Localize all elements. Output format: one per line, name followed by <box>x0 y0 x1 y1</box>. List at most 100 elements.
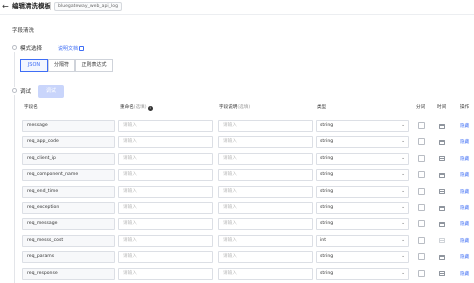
rename-input[interactable]: 请输入 <box>118 218 213 231</box>
type-value: string <box>320 270 334 276</box>
table-row: req_app_code 请输入 请输入 string ⌄ 隐藏 <box>0 135 474 149</box>
type-select[interactable]: string ⌄ <box>316 120 409 132</box>
hide-field-link[interactable]: 隐藏 <box>460 156 469 162</box>
mode-option-2[interactable]: 正则表达式 <box>75 59 113 72</box>
field-name-cell: req_client_ip <box>22 152 115 165</box>
page-header: ← 编辑清洗模板 bluegateway_web_api_log <box>0 0 474 14</box>
step-dot-debug <box>12 88 17 93</box>
field-desc-input[interactable]: 请输入 <box>218 202 313 214</box>
field-desc-input[interactable]: 请输入 <box>218 169 313 182</box>
tokenize-checkbox[interactable] <box>418 220 425 228</box>
calendar-icon[interactable] <box>438 122 445 129</box>
log-source-tag: bluegateway_web_api_log <box>54 2 122 11</box>
rename-input[interactable]: 请输入 <box>118 267 213 280</box>
hide-field-link[interactable]: 隐藏 <box>460 172 469 178</box>
chevron-down-icon: ⌄ <box>401 188 405 194</box>
field-desc-input[interactable]: 请输入 <box>218 234 313 247</box>
calendar-icon[interactable] <box>438 138 445 145</box>
hide-field-link[interactable]: 隐藏 <box>460 123 469 129</box>
tokenize-checkbox[interactable] <box>418 154 425 162</box>
chevron-down-icon: ⌄ <box>401 139 405 145</box>
tokenize-checkbox[interactable] <box>418 171 425 179</box>
type-select[interactable]: string ⌄ <box>316 251 409 264</box>
type-select[interactable]: string ⌄ <box>316 218 409 231</box>
mode-option-0[interactable]: JSON <box>20 59 48 72</box>
calendar-icon[interactable] <box>438 155 445 162</box>
field-desc-input[interactable]: 请输入 <box>218 251 313 264</box>
field-desc-input[interactable]: 请输入 <box>218 218 313 231</box>
calendar-icon[interactable] <box>438 253 445 260</box>
hide-field-link[interactable]: 隐藏 <box>460 221 469 227</box>
tokenize-checkbox[interactable] <box>418 253 425 261</box>
type-select[interactable]: string ⌄ <box>316 136 409 149</box>
rename-input[interactable]: 请输入 <box>118 136 213 149</box>
type-select[interactable]: string ⌄ <box>316 202 409 214</box>
arrow-left-icon[interactable]: ← <box>2 2 9 11</box>
calendar-icon[interactable] <box>438 188 445 195</box>
tokenize-checkbox[interactable] <box>418 187 425 195</box>
table-row: message 请输入 请输入 string ⌄ 隐藏 <box>0 119 474 133</box>
field-name-cell: message <box>22 120 115 132</box>
table-row: req_client_ip 请输入 请输入 string ⌄ 隐藏 <box>0 152 474 166</box>
calendar-icon[interactable] <box>438 171 445 178</box>
type-value: string <box>320 172 334 178</box>
chevron-down-icon: ⌄ <box>401 205 405 210</box>
type-select[interactable]: string ⌄ <box>316 152 409 165</box>
help-doc-link[interactable]: 说明文档 <box>58 45 85 52</box>
chevron-down-icon: ⌄ <box>401 254 405 260</box>
chevron-down-icon: ⌄ <box>401 270 405 276</box>
field-desc-input[interactable]: 请输入 <box>218 152 313 165</box>
field-desc-input[interactable]: 请输入 <box>218 136 313 149</box>
hide-field-link[interactable]: 隐藏 <box>460 271 469 277</box>
hide-field-link[interactable]: 隐藏 <box>460 189 469 195</box>
type-select[interactable]: string ⌄ <box>316 267 409 280</box>
field-desc-input[interactable]: 请输入 <box>218 267 313 280</box>
field-name-cell: req_messs_cost <box>22 234 115 247</box>
type-value: string <box>320 254 334 260</box>
header-time: 时间 <box>437 105 447 110</box>
rename-input[interactable]: 请输入 <box>118 120 213 132</box>
type-select[interactable]: string ⌄ <box>316 169 409 182</box>
type-select[interactable]: int ⌄ <box>316 234 409 247</box>
header-type: 类型 <box>317 105 327 110</box>
type-value: int <box>320 237 326 243</box>
field-desc-input[interactable]: 请输入 <box>218 185 313 198</box>
header-rename: 重命名(选填) i <box>120 104 153 111</box>
calendar-icon[interactable] <box>438 204 445 211</box>
field-desc-input[interactable]: 请输入 <box>218 120 313 132</box>
hide-field-link[interactable]: 隐藏 <box>460 205 469 211</box>
step-dot-mode <box>12 45 17 50</box>
type-value: string <box>320 155 334 161</box>
calendar-icon[interactable] <box>438 270 445 277</box>
rename-input[interactable]: 请输入 <box>118 234 213 247</box>
rename-input[interactable]: 请输入 <box>118 169 213 182</box>
header-tokenize: 分词 <box>416 105 426 110</box>
tokenize-checkbox[interactable] <box>418 138 425 146</box>
rename-input[interactable]: 请输入 <box>118 152 213 165</box>
type-value: string <box>320 221 334 227</box>
rename-input[interactable]: 请输入 <box>118 185 213 198</box>
rename-input[interactable]: 请输入 <box>118 202 213 214</box>
field-name-cell: req_params <box>22 251 115 264</box>
header-field-name: 字段名 <box>24 105 38 110</box>
table-row: req_params 请输入 请输入 string ⌄ 隐藏 <box>0 250 474 264</box>
hide-field-link[interactable]: 隐藏 <box>460 139 469 145</box>
type-value: string <box>320 123 334 128</box>
debug-button[interactable]: 调试 <box>38 85 64 98</box>
hide-field-link[interactable]: 隐藏 <box>460 254 469 260</box>
field-name-cell: req_exception <box>22 202 115 214</box>
step-connector <box>14 52 15 87</box>
tokenize-checkbox[interactable] <box>418 236 425 244</box>
info-icon[interactable]: i <box>147 105 153 111</box>
hide-field-link[interactable]: 隐藏 <box>460 238 469 244</box>
calendar-icon[interactable] <box>438 220 445 227</box>
tokenize-checkbox[interactable] <box>418 204 425 211</box>
type-select[interactable]: string ⌄ <box>316 185 409 198</box>
external-link-icon <box>79 46 85 51</box>
tokenize-checkbox[interactable] <box>418 122 425 129</box>
table-row: req_response 请输入 请输入 string ⌄ 隐藏 <box>0 267 474 281</box>
field-name-cell: req_end_time <box>22 185 115 198</box>
rename-input[interactable]: 请输入 <box>118 251 213 264</box>
tokenize-checkbox[interactable] <box>418 269 425 277</box>
mode-option-1[interactable]: 分隔符 <box>48 59 75 72</box>
